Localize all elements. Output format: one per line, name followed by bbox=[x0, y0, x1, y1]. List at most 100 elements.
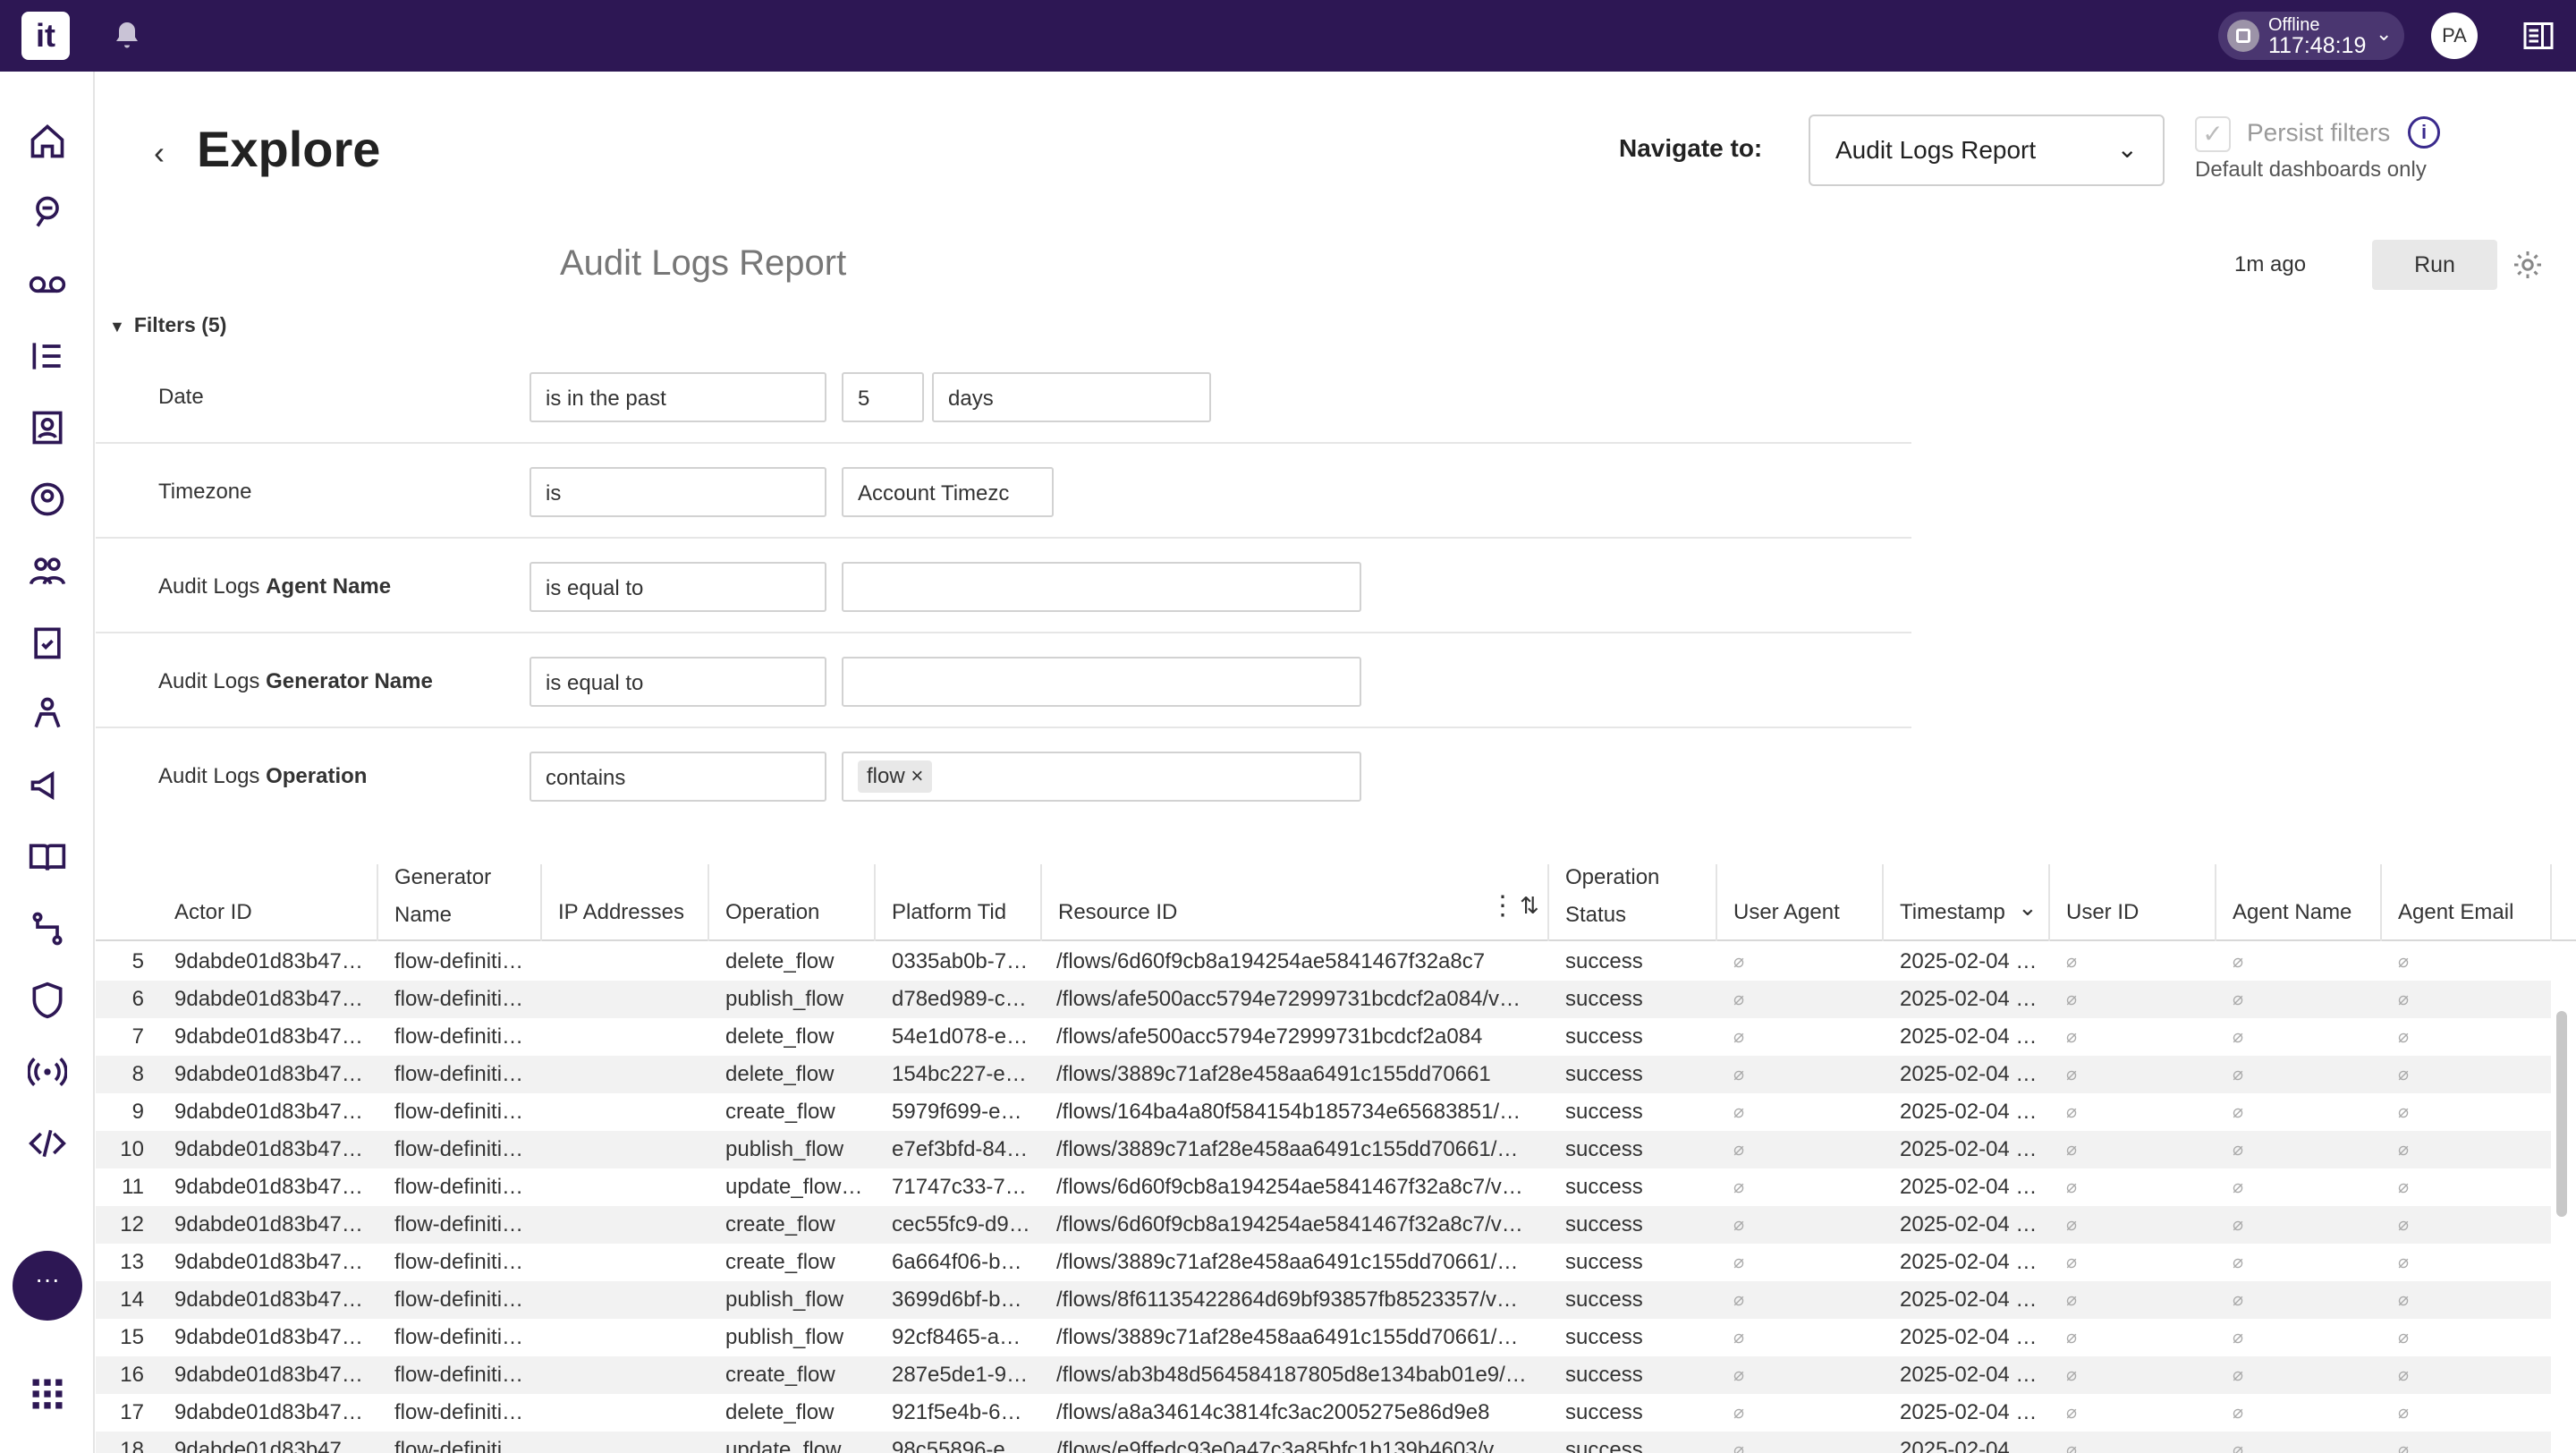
filter-value-input[interactable]: Account Timezc bbox=[842, 467, 1054, 517]
last-run-time: 1m ago bbox=[2234, 252, 2307, 276]
table-row[interactable]: 10 9dabde01d83b47… flow-definiti… publish_f… bbox=[96, 1131, 2551, 1168]
persist-filters-checkbox[interactable]: ✓ Persist filters bbox=[2195, 116, 2390, 152]
filter-tags-input[interactable]: flow × bbox=[842, 752, 1361, 802]
null-value-icon: ⌀ bbox=[2233, 952, 2244, 972]
filter-operator-select[interactable]: is bbox=[530, 467, 826, 517]
table-row[interactable]: 7 9dabde01d83b47… flow-definiti… delete_flo… bbox=[96, 1018, 2551, 1056]
filter-value-input[interactable] bbox=[842, 562, 1361, 612]
back-arrow-icon[interactable]: ‹ bbox=[154, 134, 165, 172]
table-row[interactable]: 13 9dabde01d83b47… flow-definiti… create_fl… bbox=[96, 1244, 2551, 1281]
broadcast-icon[interactable] bbox=[28, 1052, 67, 1092]
more-apps-button[interactable]: ··· bbox=[13, 1251, 82, 1321]
column-header[interactable]: User ID bbox=[2050, 864, 2216, 941]
app-grid-icon[interactable] bbox=[28, 1374, 67, 1414]
column-header[interactable]: Platform Tid bbox=[876, 864, 1042, 941]
table-cell-timestamp: 2025-02-04 … bbox=[1900, 1137, 2038, 1161]
filter-operator-select[interactable]: contains bbox=[530, 752, 826, 802]
table-row[interactable]: 9 9dabde01d83b47… flow-definiti… create_flo… bbox=[96, 1093, 2551, 1131]
table-row[interactable]: 12 9dabde01d83b47… flow-definiti… create_fl… bbox=[96, 1206, 2551, 1244]
clipboard-icon[interactable] bbox=[28, 623, 67, 662]
contacts-icon[interactable] bbox=[28, 408, 67, 447]
table-cell: flow-definiti… bbox=[394, 1250, 524, 1274]
side-panel-icon[interactable] bbox=[2521, 20, 2556, 52]
table-row[interactable]: 11 9dabde01d83b47… flow-definiti… update_fl… bbox=[96, 1168, 2551, 1206]
megaphone-icon[interactable] bbox=[28, 766, 67, 805]
filter-operator-select[interactable]: is in the past bbox=[530, 372, 826, 422]
home-icon[interactable] bbox=[28, 122, 67, 161]
sort-icon[interactable]: ⇅ bbox=[1520, 892, 1539, 920]
table-row[interactable]: 14 9dabde01d83b47… flow-definiti… publish_f… bbox=[96, 1281, 2551, 1319]
null-value-icon: ⌀ bbox=[2233, 1403, 2244, 1423]
navigate-select[interactable]: Audit Logs Report ⌄ bbox=[1809, 115, 2165, 186]
table-row[interactable]: 17 9dabde01d83b47… flow-definiti… delete_fl… bbox=[96, 1394, 2551, 1432]
column-menu-icon[interactable]: ⋮ bbox=[1489, 890, 1516, 922]
book-icon[interactable] bbox=[28, 837, 67, 877]
filter-value-input[interactable]: 5 bbox=[842, 372, 924, 422]
null-value-icon: ⌀ bbox=[2066, 1140, 2078, 1160]
bell-icon[interactable] bbox=[111, 20, 143, 52]
flow-icon[interactable] bbox=[28, 909, 67, 948]
gear-icon[interactable] bbox=[2512, 249, 2544, 281]
sort-desc-icon[interactable]: ⌄ bbox=[2018, 894, 2038, 922]
column-header[interactable]: Resource ID ⋮ ⇅ bbox=[1042, 864, 1549, 941]
table-row[interactable]: 15 9dabde01d83b47… flow-definiti… publish_f… bbox=[96, 1319, 2551, 1356]
table-cell: delete_flow bbox=[725, 1062, 835, 1086]
table-cell: success bbox=[1565, 1062, 1643, 1086]
null-value-icon: ⌀ bbox=[2066, 1102, 2078, 1122]
agent-icon[interactable] bbox=[28, 480, 67, 519]
null-value-icon: ⌀ bbox=[2066, 990, 2078, 1009]
filters-toggle[interactable]: ▼ Filters (5) bbox=[109, 313, 226, 337]
table-cell: success bbox=[1565, 1325, 1643, 1349]
null-value-icon: ⌀ bbox=[1733, 1328, 1745, 1347]
run-button[interactable]: Run bbox=[2372, 240, 2497, 290]
column-header[interactable]: IP Addresses bbox=[542, 864, 709, 941]
table-cell: 3699d6bf-b… bbox=[892, 1287, 1022, 1312]
table-cell: delete_flow bbox=[725, 949, 835, 973]
team-icon[interactable] bbox=[28, 694, 67, 734]
analytics-icon[interactable] bbox=[28, 193, 67, 233]
column-header-label: Generator Name bbox=[394, 865, 492, 927]
people-icon[interactable] bbox=[28, 551, 67, 591]
null-value-icon: ⌀ bbox=[1733, 1290, 1745, 1310]
table-cell: success bbox=[1565, 1175, 1643, 1199]
filter-operator-select[interactable]: is equal to bbox=[530, 562, 826, 612]
info-icon[interactable]: i bbox=[2408, 116, 2440, 149]
filter-tag-chip[interactable]: flow × bbox=[858, 760, 933, 793]
table-row[interactable]: 6 9dabde01d83b47… flow-definiti… publish_fl… bbox=[96, 981, 2551, 1018]
table-cell: /flows/e9ffedc93e0a47c3a85bfc1b139b4603/… bbox=[1056, 1438, 1516, 1453]
null-value-icon: ⌀ bbox=[2233, 1102, 2244, 1122]
voicemail-icon[interactable] bbox=[28, 265, 67, 304]
column-header[interactable]: Operation Status bbox=[1549, 864, 1717, 941]
table-row[interactable]: 5 9dabde01d83b47… flow-definiti… delete_flo… bbox=[96, 943, 2551, 981]
table-row[interactable]: 8 9dabde01d83b47… flow-definiti… delete_flo… bbox=[96, 1056, 2551, 1093]
table-cell: 9dabde01d83b47… bbox=[174, 949, 363, 973]
table-row[interactable]: 16 9dabde01d83b47… flow-definiti… create_fl… bbox=[96, 1356, 2551, 1394]
column-header[interactable]: Actor ID bbox=[158, 864, 378, 941]
null-value-icon: ⌀ bbox=[1733, 1140, 1745, 1160]
code-icon[interactable] bbox=[28, 1124, 67, 1163]
null-value-icon: ⌀ bbox=[2233, 1215, 2244, 1235]
column-header[interactable]: User Agent bbox=[1717, 864, 1884, 941]
avatar[interactable]: PA bbox=[2431, 13, 2478, 59]
column-header[interactable]: Operation bbox=[709, 864, 876, 941]
status-selector[interactable]: Offline 117:48:19 ⌄ bbox=[2218, 12, 2404, 60]
column-header[interactable]: Timestamp ⌄ bbox=[1884, 864, 2050, 941]
filter-value-input[interactable] bbox=[842, 657, 1361, 707]
column-header[interactable]: Agent Email bbox=[2382, 864, 2552, 941]
table-cell-timestamp: 2025-02-04 … bbox=[1900, 987, 2038, 1011]
column-header[interactable]: Agent Name bbox=[2216, 864, 2382, 941]
app-logo[interactable]: it bbox=[21, 12, 70, 60]
list-icon[interactable] bbox=[28, 336, 67, 376]
table-row[interactable]: 18 9dabde01d83b47… flow-definiti… update_fl… bbox=[96, 1432, 2551, 1453]
column-header[interactable]: Generator Name bbox=[378, 864, 542, 941]
table-cell: flow-definiti… bbox=[394, 1024, 524, 1049]
filter-operator-select[interactable]: is equal to bbox=[530, 657, 826, 707]
table-cell: flow-definiti… bbox=[394, 949, 524, 973]
vertical-scrollbar[interactable] bbox=[2556, 1011, 2567, 1217]
null-value-icon: ⌀ bbox=[2398, 1328, 2410, 1347]
shield-icon[interactable] bbox=[28, 981, 67, 1020]
filter-label-field: Operation bbox=[266, 764, 368, 788]
filter-unit-select[interactable]: days bbox=[932, 372, 1211, 422]
row-number: 8 bbox=[131, 1062, 144, 1086]
table-cell: 9dabde01d83b47… bbox=[174, 1363, 363, 1387]
